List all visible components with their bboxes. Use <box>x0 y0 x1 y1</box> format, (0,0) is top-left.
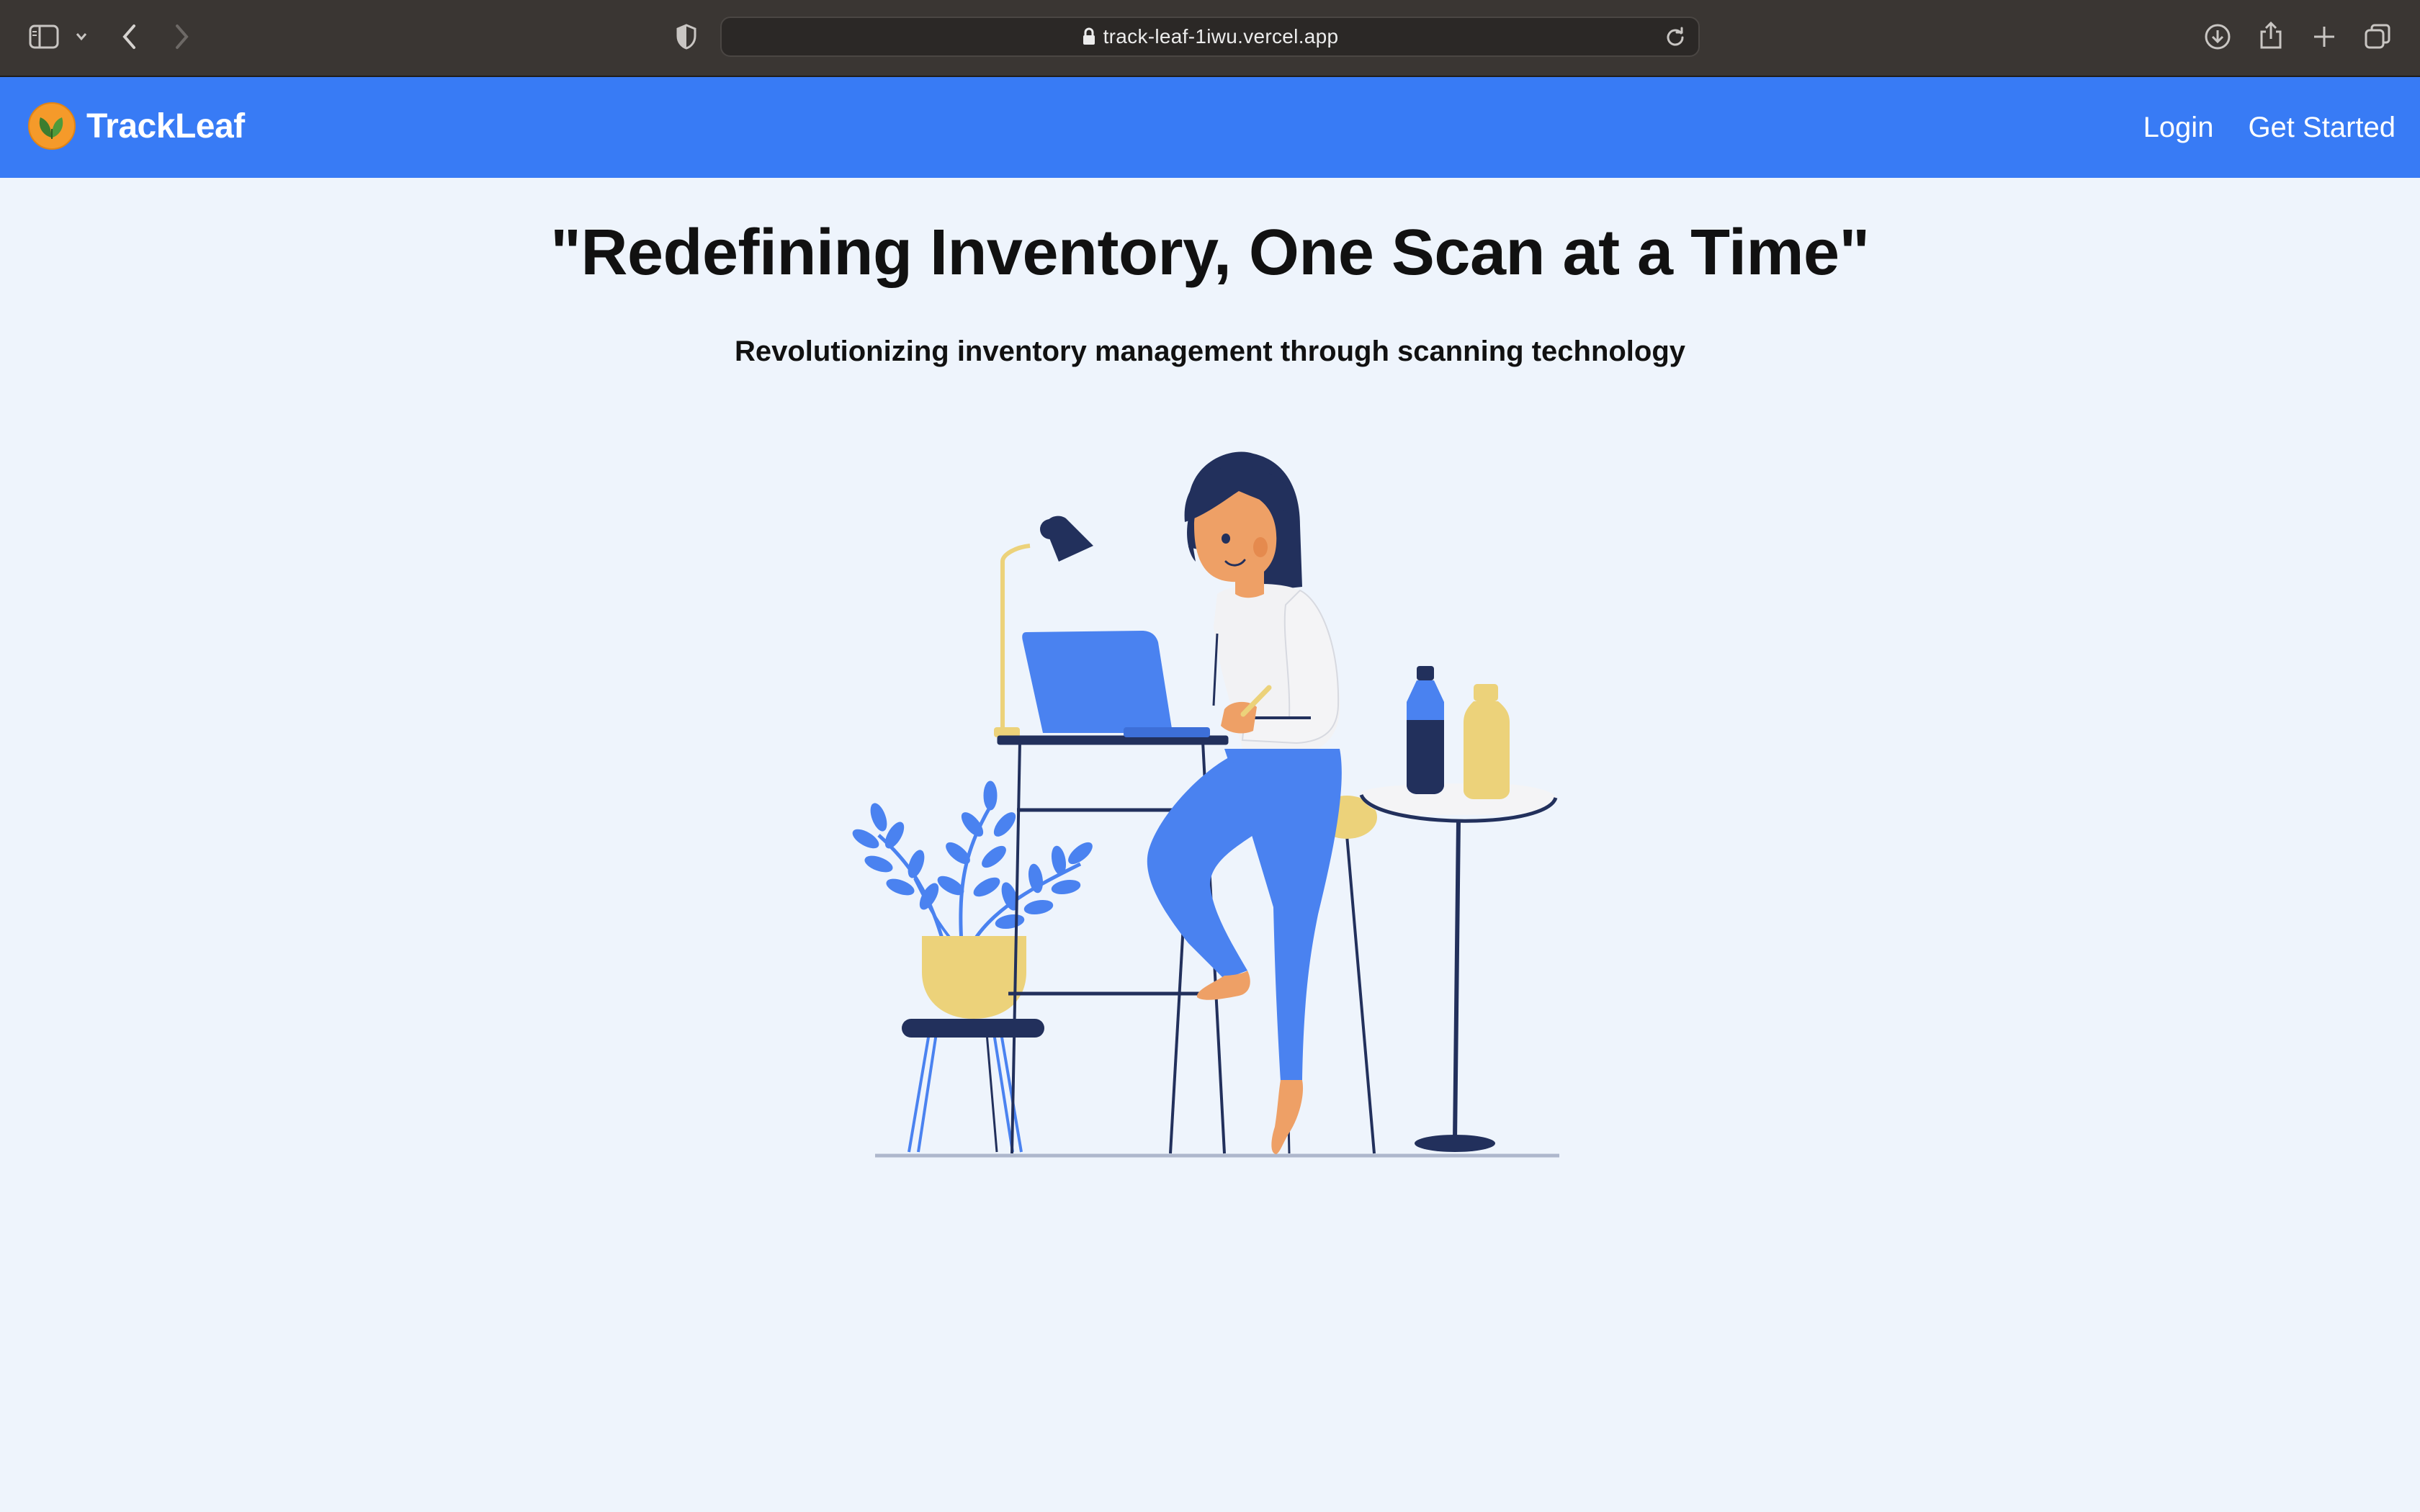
bottles <box>1407 666 1510 799</box>
download-icon[interactable] <box>2204 23 2231 50</box>
new-tab-icon[interactable] <box>2312 24 2336 49</box>
leaf-logo-icon <box>28 102 76 150</box>
chevron-down-icon[interactable] <box>75 32 88 42</box>
hero-title: "Redefining Inventory, One Scan at a Tim… <box>550 217 1870 289</box>
brand-link[interactable]: TrackLeaf <box>27 102 245 150</box>
get-started-link[interactable]: Get Started <box>2248 112 2396 144</box>
plant-pot <box>922 936 1026 1019</box>
hero-subtitle: Revolutionizing inventory management thr… <box>734 336 1686 367</box>
brand-name: TrackLeaf <box>86 107 245 145</box>
address-url: track-leaf-1iwu.vercel.app <box>1103 25 1339 48</box>
plant-stool <box>902 1019 1044 1153</box>
tabs-overview-icon[interactable] <box>2364 23 2391 50</box>
woman-with-laptop-illustration <box>852 451 1559 1158</box>
header-nav: Login Get Started <box>2109 77 2396 178</box>
sidebar-icon[interactable] <box>29 24 59 49</box>
shield-icon[interactable] <box>676 23 697 50</box>
site-header: TrackLeaf Login Get Started <box>0 77 2420 178</box>
reload-icon[interactable] <box>1665 27 1685 47</box>
side-table <box>1359 783 1558 1152</box>
browser-toolbar: track-leaf-1iwu.vercel.app <box>0 0 2420 77</box>
share-icon[interactable] <box>2259 20 2283 50</box>
address-bar[interactable]: track-leaf-1iwu.vercel.app <box>720 17 1700 57</box>
back-icon[interactable] <box>121 23 138 50</box>
lock-icon <box>1082 27 1096 46</box>
potted-plant <box>852 780 1093 945</box>
forward-icon[interactable] <box>173 23 190 50</box>
laptop <box>1022 631 1210 737</box>
login-link[interactable]: Login <box>2143 112 2214 144</box>
